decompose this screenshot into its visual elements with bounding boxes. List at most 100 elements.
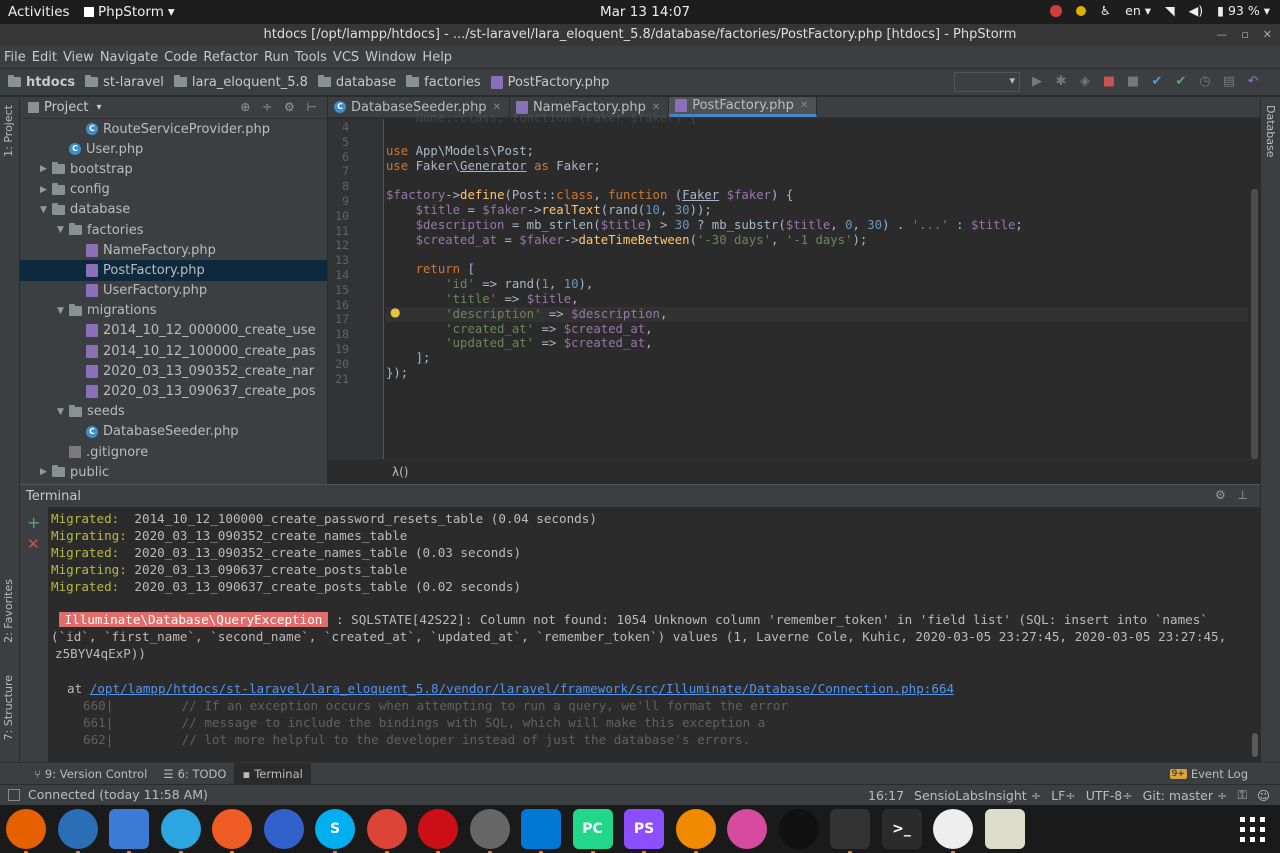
tree-item[interactable]: ▼ seeds <box>20 402 327 422</box>
vcs-revert-icon[interactable]: ↶ <box>1246 75 1260 89</box>
exception-file-link[interactable]: /opt/lampp/htdocs/st-laravel/lara_eloque… <box>90 681 954 696</box>
breadcrumb-postfactory[interactable]: PostFactory.php <box>490 75 609 90</box>
menu-file[interactable]: File <box>4 50 26 65</box>
close-session-icon[interactable]: ✕ <box>27 535 40 553</box>
postman-icon[interactable] <box>212 809 252 853</box>
accessibility-icon[interactable]: ♿ <box>1100 3 1111 18</box>
run-icon[interactable]: ▶ <box>1030 75 1044 89</box>
tree-item[interactable]: NameFactory.php <box>20 240 327 260</box>
tree-item[interactable]: ▶ bootstrap <box>20 159 327 179</box>
breadcrumb-htdocs[interactable]: htdocs <box>8 75 75 90</box>
lightbulb-icon[interactable]: ● <box>390 305 400 319</box>
close-icon[interactable]: ✕ <box>1263 24 1272 46</box>
tree-item[interactable]: ▼ migrations <box>20 301 327 321</box>
tree-item[interactable]: 2020_03_13_090637_create_pos <box>20 381 327 401</box>
tree-item[interactable]: ▼ factories <box>20 220 327 240</box>
editor-scrollbar[interactable] <box>1248 119 1260 459</box>
profile-icon[interactable]: ■ <box>1102 75 1116 89</box>
wifi-icon[interactable]: ◥ <box>1165 3 1175 18</box>
chevron-down-icon[interactable]: ▼ <box>40 205 52 215</box>
minimize-icon[interactable]: — <box>1216 24 1227 46</box>
debug-icon[interactable]: ✱ <box>1054 75 1068 89</box>
menu-code[interactable]: Code <box>164 50 197 65</box>
vcs-compare-icon[interactable]: ▤ <box>1222 75 1236 89</box>
chevron-down-icon[interactable]: ▼ <box>57 306 69 316</box>
stop-icon[interactable]: ■ <box>1126 75 1140 89</box>
tool-windows-toggle-icon[interactable] <box>8 788 20 801</box>
firefox-icon[interactable] <box>6 809 46 853</box>
menu-vcs[interactable]: VCS <box>333 50 359 65</box>
kite-icon[interactable] <box>727 809 767 849</box>
chevron-down-icon[interactable]: ▼ <box>57 407 69 417</box>
project-tool-tab[interactable]: 1: Project <box>2 105 15 157</box>
editor-breadcrumb[interactable]: λ() <box>328 459 1260 484</box>
breadcrumb-lara-eloquent[interactable]: lara_eloquent_5.8 <box>173 75 308 90</box>
tree-item[interactable]: PostFactory.php <box>20 260 327 281</box>
menu-window[interactable]: Window <box>365 50 416 65</box>
database-tool-tab[interactable]: Database <box>1264 105 1277 158</box>
tree-item[interactable]: UserFactory.php <box>20 281 327 301</box>
telegram-icon[interactable] <box>160 809 201 853</box>
coverage-icon[interactable]: ◈ <box>1078 75 1092 89</box>
terminal-actions[interactable]: ⚙ ⊥ <box>1215 488 1252 502</box>
run-configuration-select[interactable] <box>954 72 1020 92</box>
language-indicator[interactable]: en ▾ <box>1125 3 1151 18</box>
app-menu[interactable]: PhpStorm ▾ <box>84 4 175 20</box>
favorites-tool-tab[interactable]: 2: Favorites <box>2 579 15 643</box>
structure-tool-tab[interactable]: 7: Structure <box>2 675 15 740</box>
close-tab-icon[interactable]: ✕ <box>800 100 808 111</box>
breadcrumb-factories[interactable]: factories <box>406 75 481 90</box>
vlc-icon[interactable] <box>675 809 716 853</box>
project-view-select[interactable]: Project <box>44 100 88 115</box>
weather-icon[interactable] <box>1075 5 1086 16</box>
music-icon[interactable] <box>778 809 819 849</box>
vcs-commit-icon[interactable]: ✔ <box>1174 75 1188 89</box>
vscode-icon[interactable] <box>521 809 561 853</box>
line-separator[interactable]: LF÷ <box>1051 788 1076 803</box>
terminal-scrollbar[interactable] <box>1250 507 1260 763</box>
files-icon[interactable] <box>109 809 149 853</box>
inspection-icon[interactable]: ☺ <box>1257 788 1270 803</box>
volume-icon[interactable]: ◀) <box>1189 3 1204 18</box>
tree-item[interactable]: ▶ public <box>20 462 327 482</box>
search-icon[interactable] <box>933 809 973 853</box>
simplenote-icon[interactable] <box>263 809 304 849</box>
terminal-tab[interactable]: ▪ Terminal <box>234 762 311 785</box>
event-log-tab[interactable]: 9+ Event Log <box>1162 763 1256 785</box>
menu-navigate[interactable]: Navigate <box>100 50 158 65</box>
skype-icon[interactable]: S <box>315 809 355 853</box>
chevron-down-icon[interactable]: ▾ <box>96 102 101 113</box>
tree-item[interactable]: 2014_10_12_000000_create_use <box>20 321 327 341</box>
thunderbird-icon[interactable] <box>57 809 98 853</box>
chrome-icon[interactable] <box>366 809 407 853</box>
lock-icon[interactable]: ⚿ <box>1237 787 1247 803</box>
text-editor-icon[interactable] <box>984 809 1025 849</box>
menu-edit[interactable]: Edit <box>32 50 57 65</box>
new-session-icon[interactable]: + <box>27 513 40 532</box>
todo-tab[interactable]: ☰ 6: TODO <box>155 763 234 785</box>
version-control-tab[interactable]: ⑂ 9: Version Control <box>26 763 155 785</box>
battery-indicator[interactable]: ▮ 93 % ▾ <box>1217 3 1270 18</box>
show-applications-icon[interactable] <box>1240 817 1266 843</box>
menu-help[interactable]: Help <box>422 50 452 65</box>
terminal-icon[interactable]: >_ <box>881 809 922 849</box>
settings-icon[interactable] <box>469 809 510 853</box>
file-encoding[interactable]: UTF-8÷ <box>1086 788 1133 803</box>
phpstorm-icon[interactable]: PS <box>624 809 664 853</box>
menu-tools[interactable]: Tools <box>295 50 327 65</box>
chevron-right-icon[interactable]: ▶ <box>40 467 52 477</box>
chevron-down-icon[interactable]: ▼ <box>57 225 69 235</box>
menu-run[interactable]: Run <box>264 50 289 65</box>
menu-view[interactable]: View <box>63 50 94 65</box>
tree-item[interactable]: 2020_03_13_090352_create_nar <box>20 361 327 381</box>
opera-icon[interactable] <box>418 809 458 853</box>
chevron-right-icon[interactable]: ▶ <box>40 164 52 174</box>
menu-refactor[interactable]: Refactor <box>203 50 258 65</box>
tree-item[interactable]: C DatabaseSeeder.php <box>20 422 327 442</box>
insight-widget[interactable]: SensioLabsInsight ÷ <box>914 788 1041 803</box>
tree-item[interactable]: C RouteServiceProvider.php <box>20 119 327 139</box>
chevron-right-icon[interactable]: ▶ <box>40 185 52 195</box>
breadcrumb-database[interactable]: database <box>317 75 396 90</box>
vcs-update-icon[interactable]: ✔ <box>1150 75 1164 89</box>
caret-position[interactable]: 16:17 <box>868 788 904 803</box>
